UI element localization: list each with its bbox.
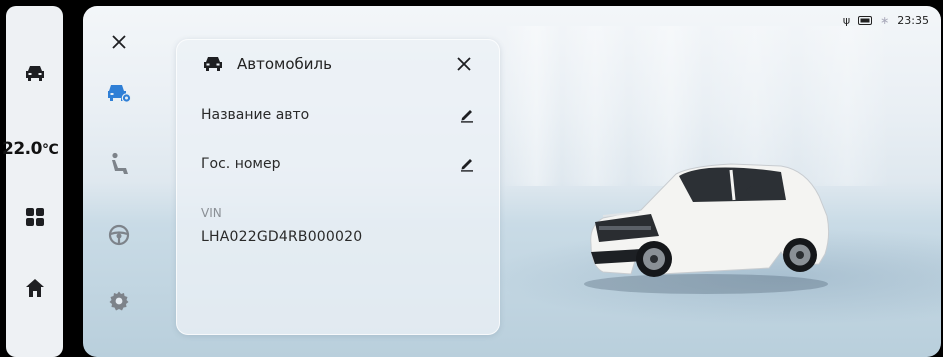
car-illustration [584, 163, 830, 294]
menu-item-steering[interactable] [105, 221, 133, 249]
car-shortcut-button[interactable] [6, 60, 63, 86]
temperature-value: 22.0 [2, 139, 42, 159]
menu-item-settings[interactable] [105, 287, 133, 315]
gear-icon [109, 291, 129, 311]
panel-header: Автомобиль [203, 55, 332, 73]
temperature-unit: °C [41, 142, 59, 158]
close-icon [112, 35, 126, 49]
panel-title: Автомобиль [237, 55, 332, 73]
menu-item-vehicle[interactable] [105, 79, 133, 107]
main-screen: ψ ∗ 23:35 Автомобиль Название авто Гос. … [83, 6, 941, 357]
steering-wheel-icon [108, 224, 130, 246]
usb-icon: ψ [842, 14, 851, 27]
vehicle-panel: Автомобиль Название авто Гос. номер VIN … [176, 39, 500, 335]
car-icon [25, 66, 44, 81]
left-rail [6, 6, 63, 357]
vehicle-settings-icon [108, 85, 132, 103]
signal-badge-icon [858, 16, 873, 25]
edit-icon[interactable] [459, 156, 475, 172]
status-bar: ψ ∗ 23:35 [843, 14, 929, 27]
apps-button[interactable] [6, 205, 63, 229]
apps-grid-icon [25, 208, 44, 226]
bluetooth-icon: ∗ [880, 14, 890, 27]
home-icon [25, 279, 44, 297]
panel-close-button[interactable] [457, 56, 475, 74]
plate-number-label: Гос. номер [201, 156, 281, 172]
home-button[interactable] [6, 276, 63, 300]
close-menu-button[interactable] [105, 28, 133, 56]
plate-number-row[interactable]: Гос. номер [201, 152, 475, 176]
vin-label: VIN [201, 206, 222, 220]
settings-side-menu [83, 6, 163, 357]
car-name-label: Название авто [201, 107, 310, 123]
menu-item-seat[interactable] [105, 150, 133, 178]
car-icon [204, 57, 222, 71]
edit-icon[interactable] [459, 107, 475, 123]
car-name-row[interactable]: Название авто [201, 103, 475, 127]
clock: 23:35 [897, 14, 929, 27]
seat-icon [112, 152, 128, 174]
close-icon [457, 57, 471, 71]
temperature-display[interactable]: 22.0°C [2, 139, 66, 159]
vin-value: LHA022GD4RB000020 [201, 229, 363, 245]
